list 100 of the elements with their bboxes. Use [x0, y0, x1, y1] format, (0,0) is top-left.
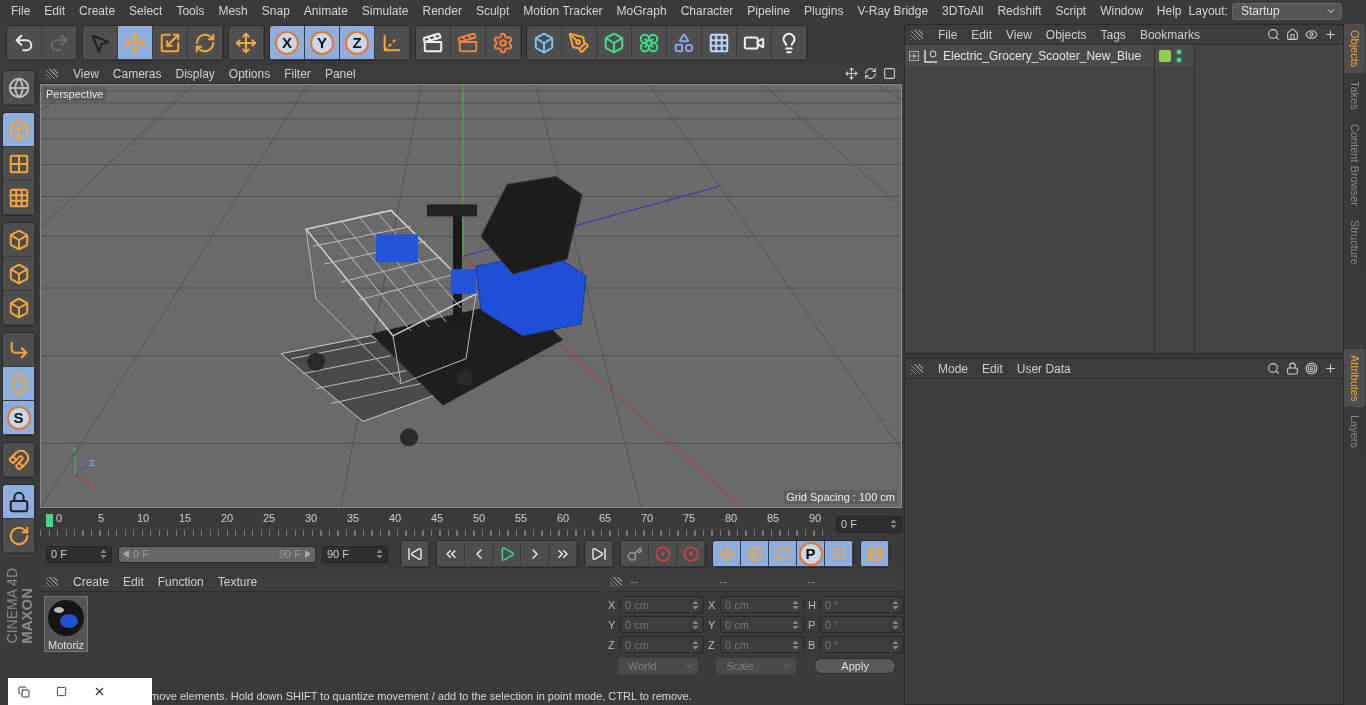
menu-item[interactable]: Snap	[254, 4, 297, 18]
tool-button[interactable]	[3, 291, 35, 325]
menu-item[interactable]: Edit	[964, 27, 1000, 42]
menu-item[interactable]: Cameras	[105, 66, 169, 81]
home-icon[interactable]	[1286, 28, 1299, 41]
spinner-arrows-icon[interactable]	[792, 619, 799, 630]
layer-color-swatch[interactable]	[1159, 50, 1171, 62]
toolbar-button[interactable]: X	[270, 26, 305, 60]
tool-button[interactable]	[3, 147, 35, 181]
expand-toggle[interactable]	[909, 51, 919, 61]
menu-item[interactable]: Mesh	[211, 4, 255, 18]
menu-item[interactable]: Render	[415, 4, 469, 18]
spinner-arrows-icon[interactable]	[376, 549, 383, 559]
playback-button[interactable]	[549, 541, 577, 567]
frame-field[interactable]: 0 F	[836, 515, 902, 533]
tool-button[interactable]	[3, 223, 35, 257]
menu-item[interactable]: File	[4, 4, 38, 18]
object-row[interactable]: Electric_Grocery_Scooter_New_Blue	[905, 45, 1154, 67]
toolbar-button[interactable]	[188, 26, 223, 60]
toolbar-button[interactable]	[667, 26, 702, 60]
menu-item[interactable]: Window	[1093, 4, 1150, 18]
menu-item[interactable]: Filter	[277, 66, 318, 81]
tool-button[interactable]	[3, 485, 35, 519]
target-icon[interactable]	[1305, 362, 1318, 375]
toolbar-button[interactable]	[562, 26, 597, 60]
menu-item[interactable]: Create	[72, 4, 123, 18]
side-tab[interactable]: Objects	[1344, 24, 1365, 74]
end-frame-field[interactable]: 90 F	[322, 545, 388, 563]
plus-icon[interactable]	[1324, 28, 1337, 41]
search-icon[interactable]	[1267, 362, 1280, 375]
menu-item[interactable]: Objects	[1038, 27, 1094, 42]
spinner-arrows-icon[interactable]	[890, 519, 897, 529]
menu-item[interactable]: Create	[66, 574, 117, 589]
playback-button[interactable]	[401, 541, 429, 567]
spinner-arrows-icon[interactable]	[692, 599, 699, 610]
visibility-dots-icon[interactable]	[1176, 49, 1182, 63]
spinner-arrows-icon[interactable]	[892, 639, 899, 650]
toolbar-button[interactable]	[451, 26, 486, 60]
tool-button[interactable]	[3, 519, 35, 553]
right-triangle-icon[interactable]	[304, 550, 311, 558]
playback-button[interactable]	[825, 541, 853, 567]
tool-button[interactable]	[3, 367, 35, 401]
rotate-icon[interactable]	[864, 67, 877, 80]
toolbar-button[interactable]	[7, 26, 42, 60]
tool-button[interactable]	[3, 333, 35, 367]
menu-item[interactable]: MoGraph	[609, 4, 674, 18]
menu-item[interactable]: User Data	[1009, 361, 1078, 376]
playback-button[interactable]	[741, 541, 769, 567]
menu-item[interactable]: Edit	[37, 4, 73, 18]
lock-icon[interactable]	[1286, 362, 1299, 375]
playback-button[interactable]: P	[797, 541, 825, 567]
menu-item[interactable]: File	[931, 27, 965, 42]
toolbar-button[interactable]	[527, 26, 562, 60]
menu-item[interactable]: Tags	[1093, 27, 1133, 42]
menu-item[interactable]: View	[66, 66, 106, 81]
menu-item[interactable]: V-Ray Bridge	[850, 4, 936, 18]
menu-item[interactable]: Sculpt	[468, 4, 517, 18]
search-icon[interactable]	[1267, 28, 1280, 41]
playback-button[interactable]	[713, 541, 741, 567]
tool-button[interactable]	[3, 181, 35, 215]
menu-item[interactable]: Simulate	[354, 4, 416, 18]
left-triangle-icon[interactable]	[123, 550, 130, 558]
menu-item[interactable]: Bookmarks	[1132, 27, 1207, 42]
restore-icon[interactable]	[18, 685, 30, 698]
toolbar-button[interactable]	[416, 26, 451, 60]
toolbar-button[interactable]: Y	[305, 26, 340, 60]
menu-item[interactable]: Help	[1149, 4, 1189, 18]
toolbar-button[interactable]	[737, 26, 772, 60]
playback-button[interactable]	[585, 541, 613, 567]
menu-item[interactable]: Edit	[116, 574, 151, 589]
menu-item[interactable]: Pipeline	[740, 4, 798, 18]
menu-item[interactable]: 3DToAll	[935, 4, 991, 18]
spinner-arrows-icon[interactable]	[692, 619, 699, 630]
spinner-arrows-icon[interactable]	[100, 549, 107, 559]
menu-item[interactable]: Redshift	[990, 4, 1049, 18]
spinner-arrows-icon[interactable]	[892, 599, 899, 610]
playback-button[interactable]	[465, 541, 493, 567]
toolbar-button[interactable]	[632, 26, 667, 60]
spinner-arrows-icon[interactable]	[692, 639, 699, 650]
menu-item[interactable]: Select	[122, 4, 170, 18]
close-icon[interactable]	[93, 685, 106, 698]
start-frame-field[interactable]: 0 F	[46, 545, 112, 563]
toolbar-button[interactable]	[153, 26, 188, 60]
tool-button[interactable]	[3, 71, 35, 105]
apply-button[interactable]: Apply	[814, 658, 896, 674]
menu-item[interactable]: Texture	[210, 574, 265, 589]
menu-item[interactable]: Options	[221, 66, 278, 81]
toolbar-button[interactable]	[118, 26, 153, 60]
toolbar-button[interactable]	[375, 26, 410, 60]
material-thumbnail[interactable]: Motoriz	[44, 596, 88, 652]
eye-icon[interactable]	[1305, 28, 1318, 41]
menu-item[interactable]: Function	[150, 574, 211, 589]
toolbar-button[interactable]	[702, 26, 737, 60]
toolbar-button[interactable]	[486, 26, 521, 60]
menu-item[interactable]: Tools	[169, 4, 212, 18]
menu-item[interactable]: Edit	[975, 361, 1010, 376]
toolbar-button[interactable]: Z	[340, 26, 375, 60]
playback-button[interactable]	[621, 541, 649, 567]
toolbar-button[interactable]	[229, 26, 264, 60]
menu-item[interactable]: Animate	[296, 4, 355, 18]
